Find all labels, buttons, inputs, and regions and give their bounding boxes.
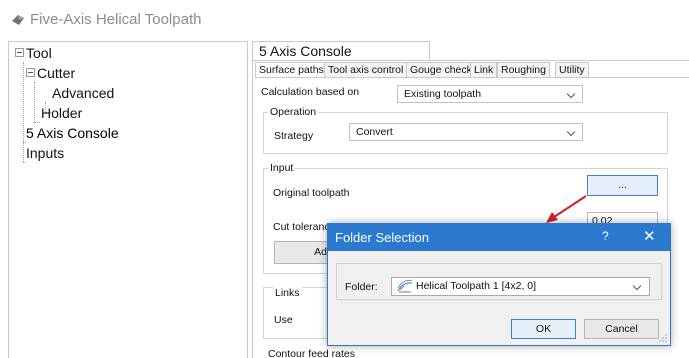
tree-item-inputs[interactable]: Inputs xyxy=(26,145,64,161)
input-group-title: Input xyxy=(268,162,296,174)
toolpath-icon xyxy=(397,280,413,293)
dialog-titlebar: Folder Selection ? ✕ xyxy=(328,224,670,251)
links-group-title: Links xyxy=(273,287,302,299)
contour-feed-rates-label: Contour feed rates xyxy=(268,348,355,358)
tree-connector xyxy=(23,142,26,143)
strategy-label: Strategy xyxy=(274,130,314,142)
folder-select[interactable]: Helical Toolpath 1 [4x2, 0] xyxy=(391,277,650,296)
tree-connector xyxy=(23,62,24,162)
tree-panel: Tool Cutter Advanced Holder 5 Axis Conso… xyxy=(8,41,248,358)
tab-gouge-check[interactable]: Gouge check xyxy=(406,62,476,78)
folder-selection-dialog: Folder Selection ? ✕ Folder: Helical Too… xyxy=(327,223,671,346)
tree-item-5-axis-console[interactable]: 5 Axis Console xyxy=(26,125,119,141)
window-titlebar: Five-Axis Helical Toolpath xyxy=(0,0,689,38)
chevron-down-icon xyxy=(632,281,642,291)
chevron-down-icon xyxy=(566,127,576,137)
tree-item-holder[interactable]: Holder xyxy=(41,105,82,121)
tree-collapse-icon[interactable] xyxy=(26,68,35,77)
resize-grip-icon[interactable] xyxy=(658,333,668,343)
strategy-value: Convert xyxy=(356,126,393,138)
strategy-select[interactable]: Convert xyxy=(349,123,583,141)
tree-item-advanced[interactable]: Advanced xyxy=(52,85,114,101)
tab-tool-axis-control[interactable]: Tool axis control xyxy=(324,62,408,78)
tree-collapse-icon[interactable] xyxy=(15,48,24,57)
cut-tolerance-label: Cut toleranc xyxy=(273,221,330,233)
calc-based-value: Existing toolpath xyxy=(404,88,482,100)
calc-based-select[interactable]: Existing toolpath xyxy=(397,85,583,103)
console-page-tab[interactable]: 5 Axis Console xyxy=(252,41,430,61)
close-icon[interactable]: ✕ xyxy=(643,227,656,245)
chevron-down-icon xyxy=(566,89,576,99)
ok-button[interactable]: OK xyxy=(511,319,576,339)
help-icon[interactable]: ? xyxy=(602,229,609,243)
tab-roughing[interactable]: Roughing xyxy=(497,62,550,78)
tree-item-tool[interactable]: Tool xyxy=(26,45,52,61)
tab-link[interactable]: Link xyxy=(470,62,498,78)
cancel-button[interactable]: Cancel xyxy=(584,319,659,339)
original-toolpath-label: Original toolpath xyxy=(273,187,350,199)
tree-connector xyxy=(34,122,40,123)
app-icon xyxy=(12,15,24,25)
tree-item-cutter[interactable]: Cutter xyxy=(37,65,75,81)
dialog-title: Folder Selection xyxy=(335,230,429,245)
use-label: Use xyxy=(274,314,293,326)
browse-toolpath-button[interactable]: ... xyxy=(587,175,658,196)
window-title: Five-Axis Helical Toolpath xyxy=(30,11,202,28)
folder-label: Folder: xyxy=(345,281,378,293)
tree-connector xyxy=(34,82,35,122)
folder-value: Helical Toolpath 1 [4x2, 0] xyxy=(416,280,537,292)
calc-based-label: Calculation based on xyxy=(261,86,360,98)
operation-group-title: Operation xyxy=(268,106,319,118)
console-title: 5 Axis Console xyxy=(259,43,352,59)
tab-surface-paths[interactable]: Surface paths xyxy=(255,62,328,78)
tree-connector xyxy=(23,162,26,163)
tabs-baseline xyxy=(255,77,689,78)
tab-utility[interactable]: Utility xyxy=(555,62,589,78)
